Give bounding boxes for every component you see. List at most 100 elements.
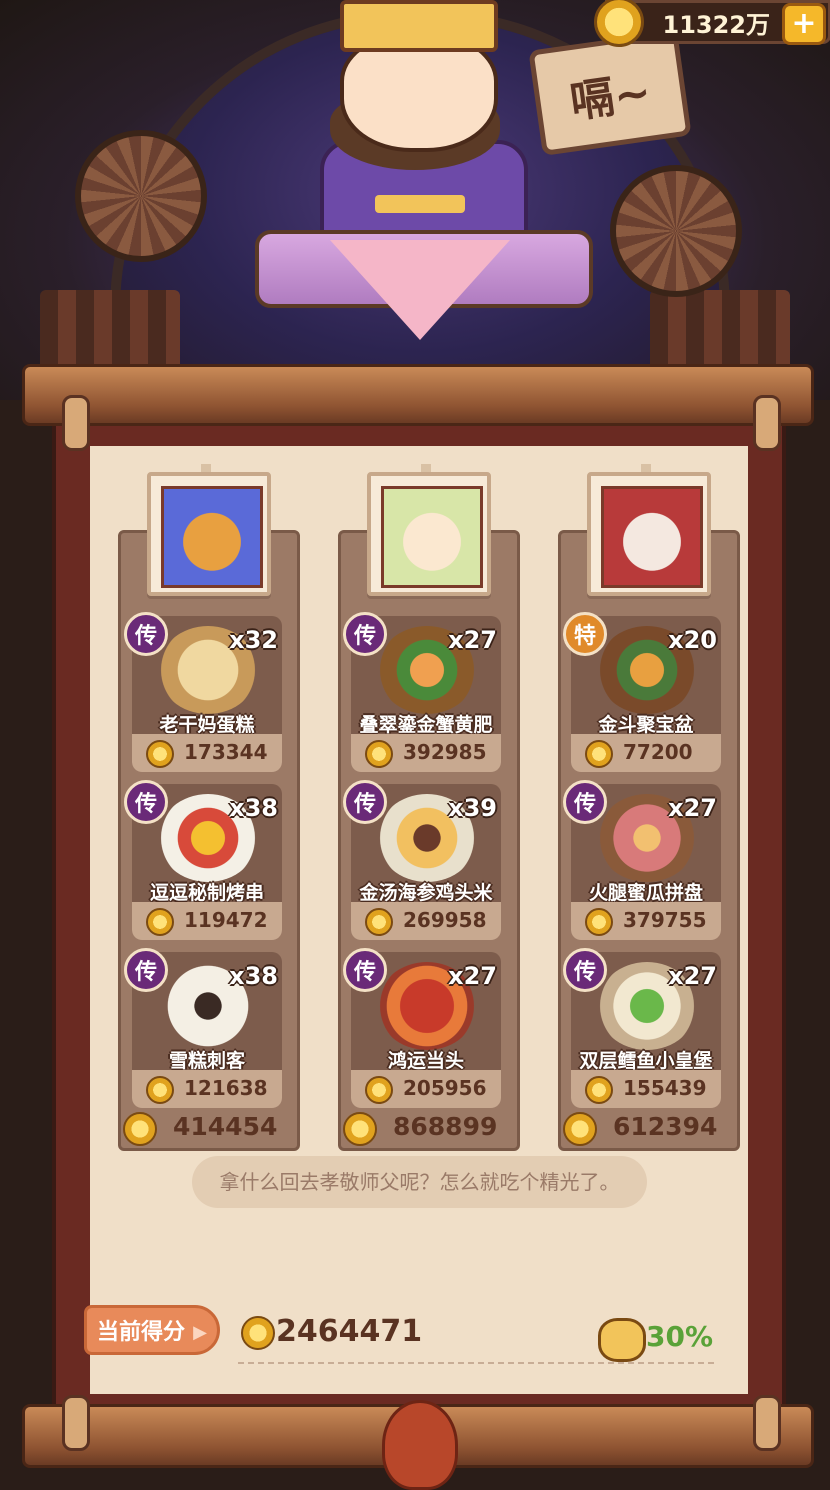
dish-name: 火腿蜜瓜拼盘 [588,882,703,904]
current-score-button[interactable]: 当前得分 ▶ [84,1305,220,1355]
dish-price-bar: 392985 [351,734,501,772]
fan-right-icon [610,165,742,297]
dish-price: 205956 [403,1076,487,1100]
dish-name: 金汤海参鸡头米 [359,882,493,904]
dish-card[interactable]: 传 x39 金汤海参鸡头米 269958 [343,780,501,940]
column-total-value: 868899 [393,1112,498,1141]
dish-name: 雪糕刺客 [168,1050,245,1072]
column-total-value: 612394 [613,1112,718,1141]
coin-icon [343,1112,377,1146]
dish-card[interactable]: 传 x38 逗逗秘制烤串 119472 [124,780,282,940]
dish-card[interactable]: 传 x38 雪糕刺客 121638 [124,948,282,1108]
character-crown [340,0,498,52]
dish-name: 金斗聚宝盆 [598,714,694,736]
dish-price: 173344 [184,740,268,764]
dish-price-bar: 379755 [571,902,721,940]
fairy-avatar-icon [381,486,483,588]
dish-name: 逗逗秘制烤串 [149,882,264,904]
rarity-tag: 传 [563,948,607,992]
dish-count: x39 [448,794,497,822]
dish-price: 119472 [184,908,268,932]
dish-price-bar: 119472 [132,902,282,940]
dish-name: 老干妈蛋糕 [159,714,255,736]
coin-icon [146,908,174,936]
currency-amount: 11322万 [662,11,771,39]
dish-card[interactable]: 传 x27 鸿运当头 205956 [343,948,501,1108]
rod-knob-right [753,395,781,451]
fence-left [40,290,180,370]
dish-price: 121638 [184,1076,268,1100]
dish-count: x27 [448,626,497,654]
background-scene: 嗝~ [0,0,830,410]
dish-price: 392985 [403,740,487,764]
column-total-value: 414454 [173,1112,278,1141]
dish-count: x32 [229,626,278,654]
dish-count: x38 [229,962,278,990]
rod-knob-right [753,1395,781,1451]
rarity-tag: 传 [343,780,387,824]
speech-sign: 嗝~ [528,30,692,156]
coin-icon [585,740,613,768]
dialog-bubble: 拿什么回去孝敬师父呢？怎么就吃个精光了。 [192,1156,647,1208]
divider [238,1362,714,1364]
currency-bar: 11322万 + [594,0,830,47]
chevron-right-icon: ▶ [193,1322,207,1343]
current-score-label: 当前得分 [97,1320,186,1345]
rarity-tag: 传 [343,948,387,992]
score-value: 2464471 [276,1314,423,1349]
fence-right [650,290,790,370]
bear-avatar-icon [161,486,263,588]
coin-icon [563,1112,597,1146]
dish-count: x38 [229,794,278,822]
dish-card[interactable]: 特 x20 金斗聚宝盆 77200 [563,612,721,772]
dish-price-bar: 269958 [351,902,501,940]
rarity-tag: 传 [124,612,168,656]
dish-card[interactable]: 传 x32 老干妈蛋糕 173344 [124,612,282,772]
dish-count: x27 [668,962,717,990]
dish-price-bar: 121638 [132,1070,282,1108]
rarity-tag: 传 [343,612,387,656]
coin-icon [365,908,393,936]
dish-price-bar: 173344 [132,734,282,772]
dish-price-bar: 77200 [571,734,721,772]
dish-count: x27 [448,962,497,990]
dish-price: 77200 [623,740,693,764]
dish-name: 叠翠鎏金蟹黄肥 [359,714,493,736]
coin-icon [365,740,393,768]
fan-left-icon [75,130,207,262]
add-currency-button[interactable]: + [782,3,826,45]
scroll-top-rod [22,364,814,426]
coin-icon [365,1076,393,1104]
coin-icon [585,1076,613,1104]
dish-card[interactable]: 传 x27 双层鳕鱼小皇堡 155439 [563,948,721,1108]
dish-price: 379755 [623,908,707,932]
dish-count: x27 [668,794,717,822]
rod-knob-left [62,395,90,451]
guest-portrait-bear[interactable] [147,472,271,596]
dish-name: 鸿运当头 [387,1050,464,1072]
coin-icon [241,1316,275,1350]
chinese-knot-icon [382,1400,458,1490]
dish-card[interactable]: 传 x27 叠翠鎏金蟹黄肥 392985 [343,612,501,772]
coin-icon [585,908,613,936]
rarity-tag: 特 [563,612,607,656]
dish-count: x20 [668,626,717,654]
dish-card[interactable]: 传 x27 火腿蜜瓜拼盘 379755 [563,780,721,940]
guest-portrait-spirit[interactable] [587,472,711,596]
coin-icon [594,0,644,47]
dish-price-bar: 205956 [351,1070,501,1108]
rarity-tag: 传 [124,948,168,992]
coin-icon [146,740,174,768]
dish-price-bar: 155439 [571,1070,721,1108]
coin-icon [123,1112,157,1146]
dish-price: 155439 [623,1076,707,1100]
dish-name: 双层鳕鱼小皇堡 [579,1050,713,1072]
rarity-tag: 传 [563,780,607,824]
rod-knob-left [62,1395,90,1451]
spirit-avatar-icon [601,486,703,588]
bonus-coin-bag-icon [598,1318,646,1362]
rarity-tag: 传 [124,780,168,824]
bonus-percent: 30% [646,1320,714,1353]
coin-icon [146,1076,174,1104]
guest-portrait-fairy[interactable] [367,472,491,596]
